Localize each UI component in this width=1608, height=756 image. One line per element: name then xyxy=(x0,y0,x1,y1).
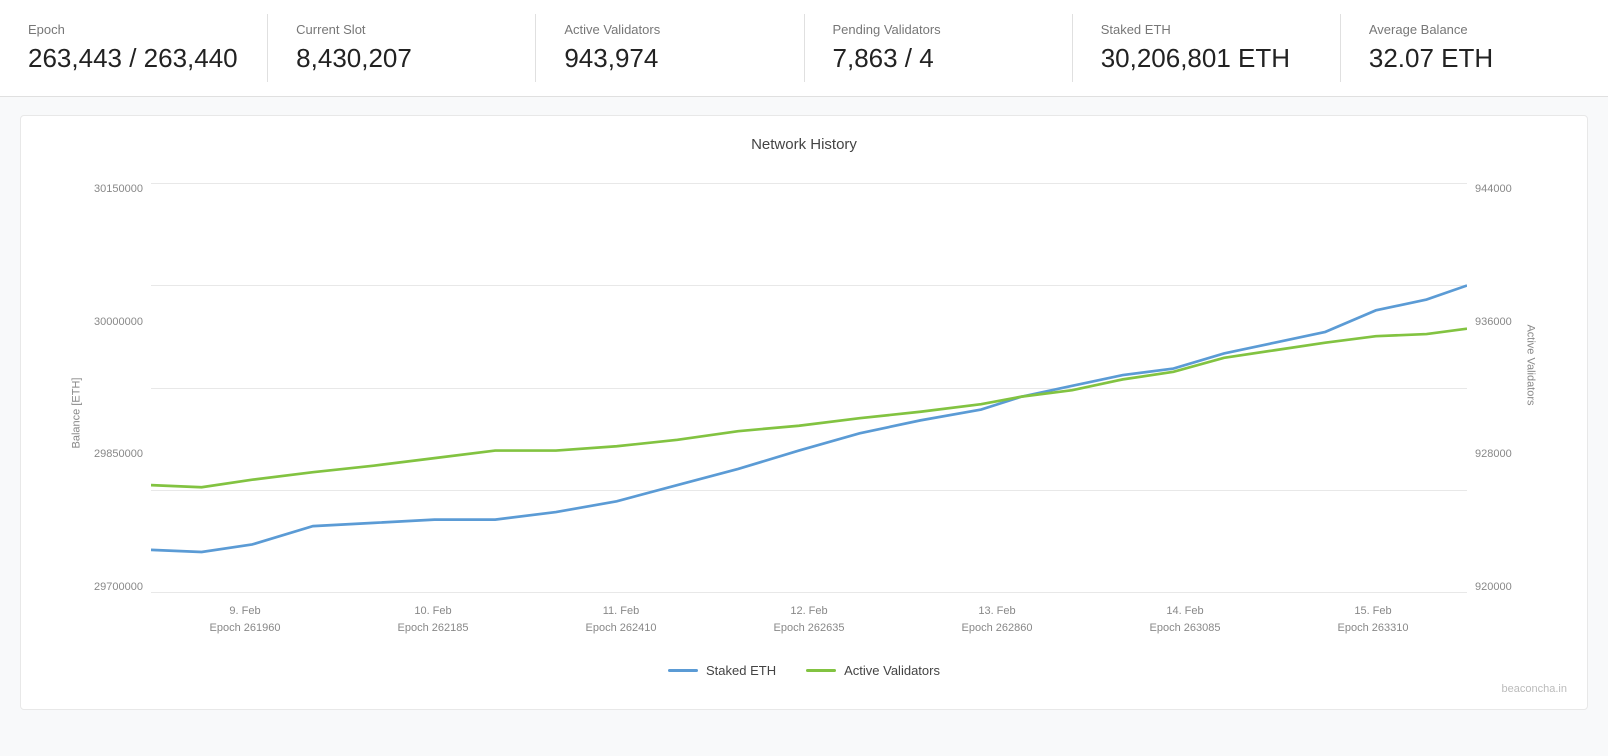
legend-label: Active Validators xyxy=(844,663,940,678)
y-right-tick: 928000 xyxy=(1475,448,1512,460)
y-right-tick: 936000 xyxy=(1475,316,1512,328)
stat-label: Active Validators xyxy=(564,22,775,37)
x-label: 12. FebEpoch 262635 xyxy=(774,603,845,636)
staked-eth-polyline xyxy=(151,286,1467,553)
x-label: 14. FebEpoch 263085 xyxy=(1150,603,1221,636)
stat-label: Staked ETH xyxy=(1101,22,1312,37)
stat-item-epoch: Epoch 263,443 / 263,440 xyxy=(0,14,268,82)
x-label: 13. FebEpoch 262860 xyxy=(962,603,1033,636)
y-left-tick: 29850000 xyxy=(94,448,143,460)
stat-value: 263,443 / 263,440 xyxy=(28,43,239,74)
stat-value: 32.07 ETH xyxy=(1369,43,1580,74)
x-label: 15. FebEpoch 263310 xyxy=(1338,603,1409,636)
watermark: beaconcha.in xyxy=(31,683,1577,699)
legend-label: Staked ETH xyxy=(706,663,776,678)
chart-wrapper: Balance [ETH] 30150000 30000000 29850000 29… xyxy=(31,173,1577,653)
y-left-tick: 30150000 xyxy=(94,183,143,195)
stat-value: 943,974 xyxy=(564,43,775,74)
stat-item-average-balance: Average Balance 32.07 ETH xyxy=(1341,14,1608,82)
stat-item-current-slot: Current Slot 8,430,207 xyxy=(268,14,536,82)
y-right-tick: 920000 xyxy=(1475,581,1512,593)
stats-bar: Epoch 263,443 / 263,440 Current Slot 8,4… xyxy=(0,0,1608,97)
chart-container: Network History Balance [ETH] 30150000 30… xyxy=(20,115,1588,710)
y-right-tick: 944000 xyxy=(1475,183,1512,195)
stat-item-active-validators: Active Validators 943,974 xyxy=(536,14,804,82)
legend-line xyxy=(806,669,836,672)
y-axis-left-title: Balance [ETH] xyxy=(70,378,82,449)
stat-item-staked-eth: Staked ETH 30,206,801 ETH xyxy=(1073,14,1341,82)
stat-label: Current Slot xyxy=(296,22,507,37)
stat-item-pending-validators: Pending Validators 7,863 / 4 xyxy=(805,14,1073,82)
chart-svg xyxy=(151,183,1467,593)
x-label: 10. FebEpoch 262185 xyxy=(398,603,469,636)
chart-area: 9. FebEpoch 261960 10. FebEpoch 262185 11.… xyxy=(151,173,1467,653)
stat-value: 7,863 / 4 xyxy=(833,43,1044,74)
y-left-tick: 30000000 xyxy=(94,316,143,328)
stat-label: Epoch xyxy=(28,22,239,37)
y-left-tick: 29700000 xyxy=(94,581,143,593)
x-axis-labels: 9. FebEpoch 261960 10. FebEpoch 262185 11.… xyxy=(151,595,1467,653)
stat-label: Average Balance xyxy=(1369,22,1580,37)
chart-legend: Staked ETH Active Validators xyxy=(31,663,1577,678)
y-axis-right: 944000 936000 928000 920000 xyxy=(1467,173,1547,653)
y-axis-right-title: Active Validators xyxy=(1524,324,1536,405)
stat-value: 8,430,207 xyxy=(296,43,507,74)
active-validators-polyline xyxy=(151,329,1467,488)
x-label: 11. FebEpoch 262410 xyxy=(586,603,657,636)
legend-item: Staked ETH xyxy=(668,663,776,678)
x-label: 9. FebEpoch 261960 xyxy=(210,603,281,636)
legend-item: Active Validators xyxy=(806,663,940,678)
legend-line xyxy=(668,669,698,672)
stat-value: 30,206,801 ETH xyxy=(1101,43,1312,74)
chart-title: Network History xyxy=(31,136,1577,153)
stat-label: Pending Validators xyxy=(833,22,1044,37)
